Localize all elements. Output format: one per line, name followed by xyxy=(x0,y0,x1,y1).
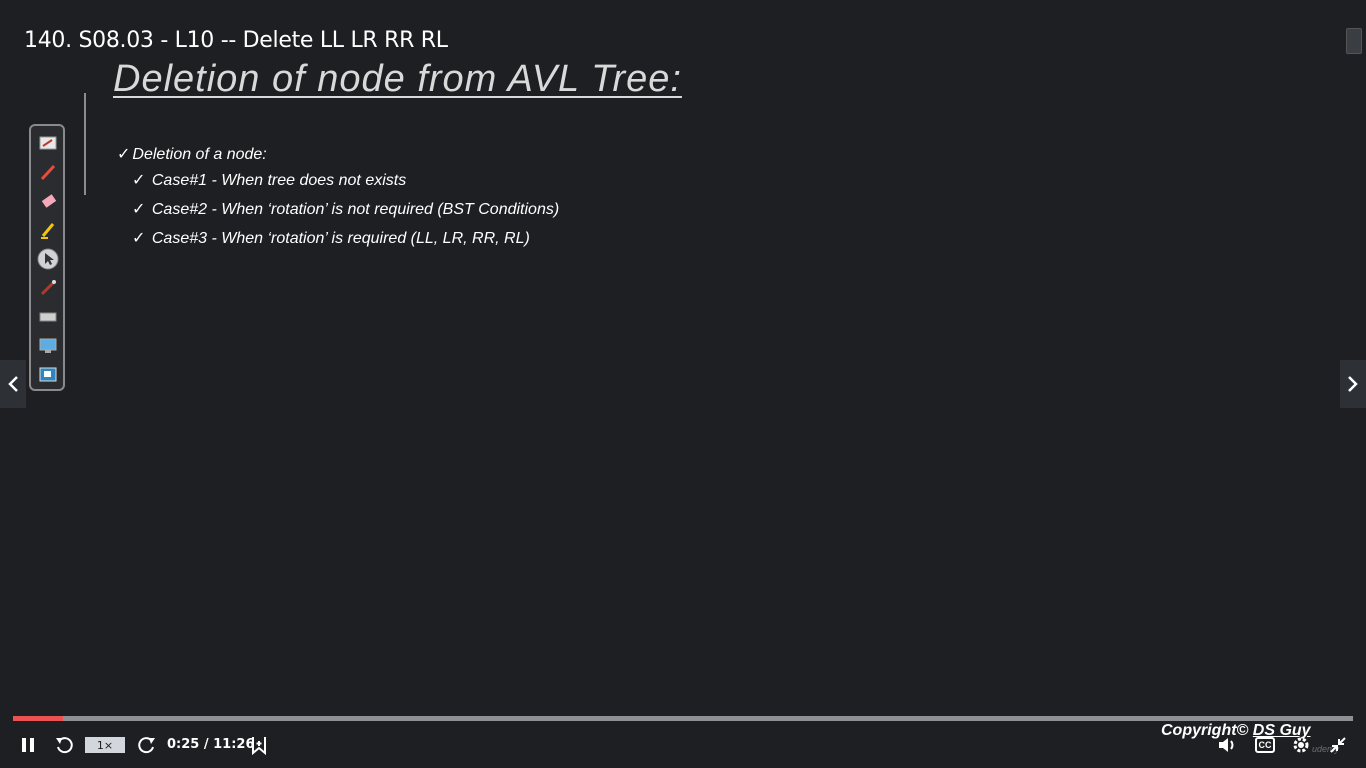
capture-icon[interactable] xyxy=(37,364,59,386)
rewind-button[interactable] xyxy=(52,728,76,762)
captions-icon: CC xyxy=(1255,737,1275,753)
pause-button[interactable] xyxy=(16,728,40,762)
exit-fullscreen-icon xyxy=(1330,737,1346,753)
slide-heading: Deletion of node from AVL Tree: xyxy=(113,58,682,100)
screen-icon[interactable] xyxy=(37,335,59,357)
chevron-left-icon xyxy=(8,376,18,392)
eraser-icon[interactable] xyxy=(37,190,59,212)
slide-divider xyxy=(84,93,86,195)
keyboard-icon[interactable] xyxy=(37,306,59,328)
case-item: ✓ Case#2 - When ‘rotation’ is not requir… xyxy=(132,201,560,218)
lecture-title: 140. S08.03 - L10 -- Delete LL LR RR RL xyxy=(24,28,448,53)
volume-icon xyxy=(1219,738,1234,752)
next-lecture-button[interactable] xyxy=(1340,360,1366,408)
bookmark-button[interactable] xyxy=(247,728,271,762)
main-point: ✓ Deletion of a node: xyxy=(117,146,267,163)
gear-icon xyxy=(1293,737,1309,753)
bookmark-add-icon xyxy=(252,737,266,755)
whiteboard-icon[interactable] xyxy=(37,132,59,154)
pen-icon[interactable] xyxy=(37,161,59,183)
playback-speed-button[interactable]: 1× xyxy=(85,737,125,753)
pause-icon xyxy=(22,738,34,752)
check-icon: ✓ xyxy=(132,172,146,189)
exit-fullscreen-button[interactable] xyxy=(1326,728,1350,762)
time-display: 0:25 / 11:26 xyxy=(167,737,255,752)
forward-button[interactable] xyxy=(135,728,159,762)
laser-icon[interactable] xyxy=(37,277,59,299)
settings-button[interactable] xyxy=(1289,728,1313,762)
sidebar-toggle-icon[interactable] xyxy=(1346,28,1362,54)
forward-icon xyxy=(138,737,155,754)
highlighter-icon[interactable] xyxy=(37,219,59,241)
captions-button[interactable]: CC xyxy=(1253,728,1277,762)
previous-lecture-button[interactable] xyxy=(0,360,26,408)
progress-fill xyxy=(13,716,63,721)
check-icon: ✓ xyxy=(117,146,131,163)
pointer-icon[interactable] xyxy=(37,248,59,270)
chevron-right-icon xyxy=(1348,376,1358,392)
rewind-icon xyxy=(56,737,73,754)
progress-bar[interactable] xyxy=(13,716,1353,721)
annotation-toolbar xyxy=(29,124,65,391)
check-icon: ✓ xyxy=(132,201,146,218)
case-item: ✓ Case#3 - When ‘rotation’ is required (… xyxy=(132,230,530,247)
volume-button[interactable] xyxy=(1216,728,1240,762)
case-item: ✓ Case#1 - When tree does not exists xyxy=(132,172,407,189)
player-controls: 1× 0:25 / 11:26 CC xyxy=(0,728,1366,762)
check-icon: ✓ xyxy=(132,230,146,247)
